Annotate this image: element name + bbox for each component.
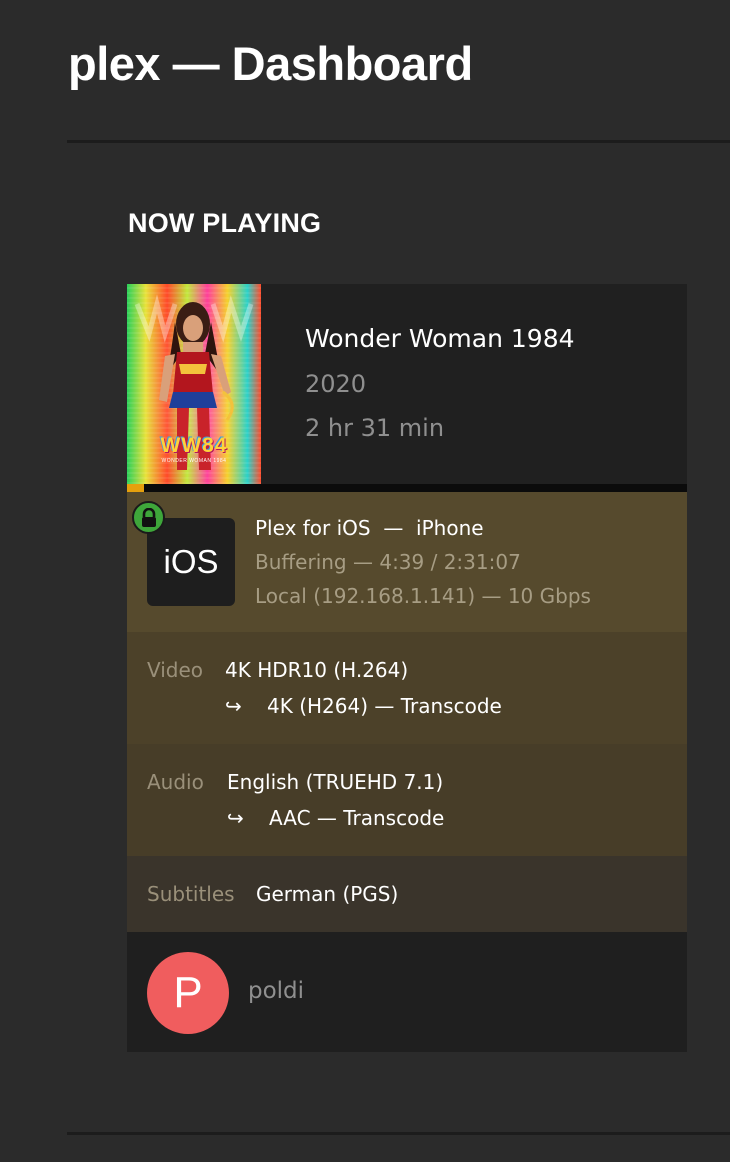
now-playing-heading: NOW PLAYING (128, 208, 322, 238)
audio-stream-row: Audio English (TRUEHD 7.1) ↪ AAC — Trans… (127, 744, 687, 856)
media-header[interactable]: WW84 WONDER WOMAN 1984 Wonder Woman 1984… (127, 284, 687, 484)
transcode-arrow-icon: ↪ (225, 694, 242, 718)
avatar[interactable]: P (147, 952, 229, 1034)
footer-divider (67, 1132, 730, 1135)
subtitles-source: German (PGS) (256, 882, 399, 906)
video-label: Video (147, 658, 204, 682)
media-year: 2020 (305, 370, 367, 398)
header-divider (67, 140, 730, 143)
audio-target: AAC — Transcode (269, 806, 445, 830)
subtitles-label: Subtitles (147, 882, 235, 906)
lock-icon (132, 501, 165, 534)
audio-label: Audio (147, 770, 204, 794)
user-row[interactable]: P poldi (127, 932, 687, 1052)
media-title[interactable]: Wonder Woman 1984 (305, 324, 575, 353)
video-source: 4K HDR10 (H.264) (225, 658, 409, 682)
video-stream-row: Video 4K HDR10 (H.264) ↪ 4K (H264) — Tra… (127, 632, 687, 744)
playback-progress-fill (127, 484, 145, 492)
network-info: Local (192.168.1.141) — 10 Gbps (255, 584, 591, 608)
platform-label: iOS (163, 543, 219, 580)
media-poster[interactable]: WW84 WONDER WOMAN 1984 (127, 284, 261, 484)
poster-subtitle: WONDER WOMAN 1984 (161, 458, 227, 464)
ios-platform-icon: iOS (147, 518, 235, 606)
media-duration: 2 hr 31 min (305, 414, 445, 442)
dashboard-page: plex — Dashboard NOW PLAYING WW84 WONDER… (0, 0, 730, 1162)
player-name: Plex for iOS — iPhone (255, 516, 484, 540)
transcode-arrow-icon: ↪ (227, 806, 244, 830)
player-info: iOS Plex for iOS — iPhone Buffering — 4:… (127, 492, 687, 632)
subtitles-stream-row: Subtitles German (PGS) (127, 856, 687, 932)
playback-state: Buffering — 4:39 / 2:31:07 (255, 550, 521, 574)
poster-title: WW84 (160, 434, 228, 457)
page-title: plex — Dashboard (68, 37, 473, 90)
video-target: 4K (H264) — Transcode (267, 694, 502, 718)
username[interactable]: poldi (248, 978, 304, 1004)
session-card[interactable]: WW84 WONDER WOMAN 1984 Wonder Woman 1984… (127, 284, 687, 1052)
playback-progress-bar (127, 484, 687, 492)
audio-source: English (TRUEHD 7.1) (227, 770, 444, 794)
avatar-letter: P (173, 968, 203, 1017)
